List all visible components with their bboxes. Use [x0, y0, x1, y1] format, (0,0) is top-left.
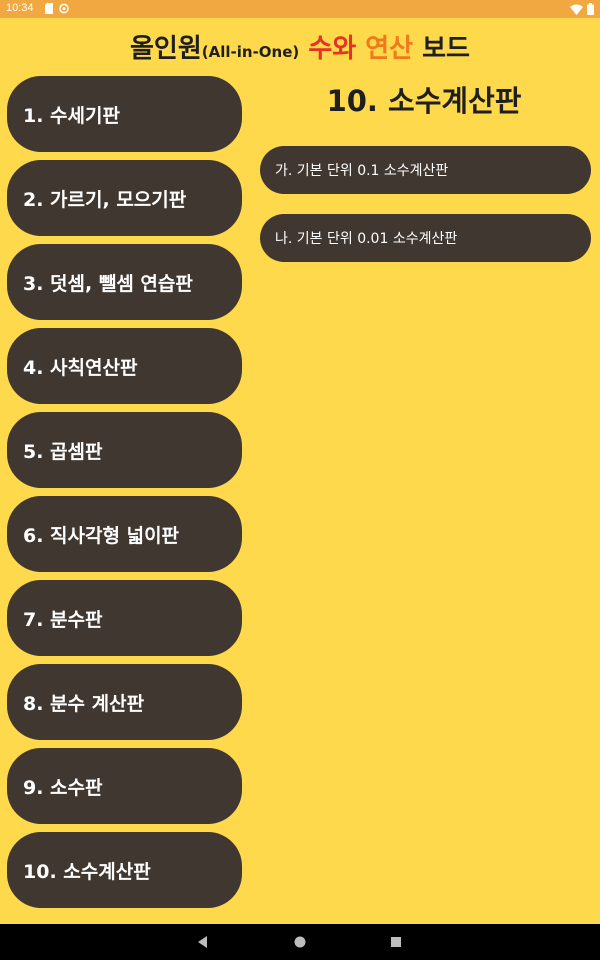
menu-item-multiplication[interactable]: 5. 곱셈판	[7, 412, 242, 488]
app-title-number: 수와	[308, 34, 357, 64]
sub-item-decimal-calc-0-01[interactable]: 나. 기본 단위 0.01 소수계산판	[260, 214, 591, 262]
menu-item-four-operations[interactable]: 4. 사칙연산판	[7, 328, 242, 404]
battery-icon	[587, 3, 594, 15]
app-title-board: 보드	[422, 34, 470, 64]
nav-bar	[0, 924, 600, 960]
sub-menu-list: 가. 기본 단위 0.1 소수계산판 나. 기본 단위 0.01 소수계산판	[260, 146, 591, 282]
menu-item-add-subtract[interactable]: 3. 덧셈, 뺄셈 연습판	[7, 244, 242, 320]
menu-item-decimal-calc[interactable]: 10. 소수계산판	[7, 832, 242, 908]
status-bar: 10:34	[0, 0, 600, 18]
menu-item-decimal[interactable]: 9. 소수판	[7, 748, 242, 824]
menu-item-split-combine[interactable]: 2. 가르기, 모으기판	[7, 160, 242, 236]
menu-item-fraction-calc[interactable]: 8. 분수 계산판	[7, 664, 242, 740]
menu-list: 1. 수세기판 2. 가르기, 모으기판 3. 덧셈, 뺄셈 연습판 4. 사칙…	[7, 76, 242, 916]
recents-icon[interactable]	[387, 933, 405, 951]
app-title: 올인원(All-in-One) 수와 연산 보드	[0, 28, 600, 65]
cast-icon	[59, 3, 69, 14]
wifi-icon	[570, 4, 583, 15]
sub-item-decimal-calc-0-1[interactable]: 가. 기본 단위 0.1 소수계산판	[260, 146, 591, 194]
menu-item-counting[interactable]: 1. 수세기판	[7, 76, 242, 152]
app-title-operation: 연산	[365, 34, 414, 64]
back-icon[interactable]	[194, 933, 212, 951]
app-title-main: 올인원	[130, 34, 202, 64]
app-title-english: (All-in-One)	[201, 43, 300, 61]
sd-card-icon	[45, 3, 53, 14]
menu-item-fraction[interactable]: 7. 분수판	[7, 580, 242, 656]
section-title: 10. 소수계산판	[326, 84, 522, 118]
status-time: 10:34	[6, 2, 34, 14]
menu-item-rectangle-area[interactable]: 6. 직사각형 넓이판	[7, 496, 242, 572]
home-icon[interactable]	[291, 933, 309, 951]
